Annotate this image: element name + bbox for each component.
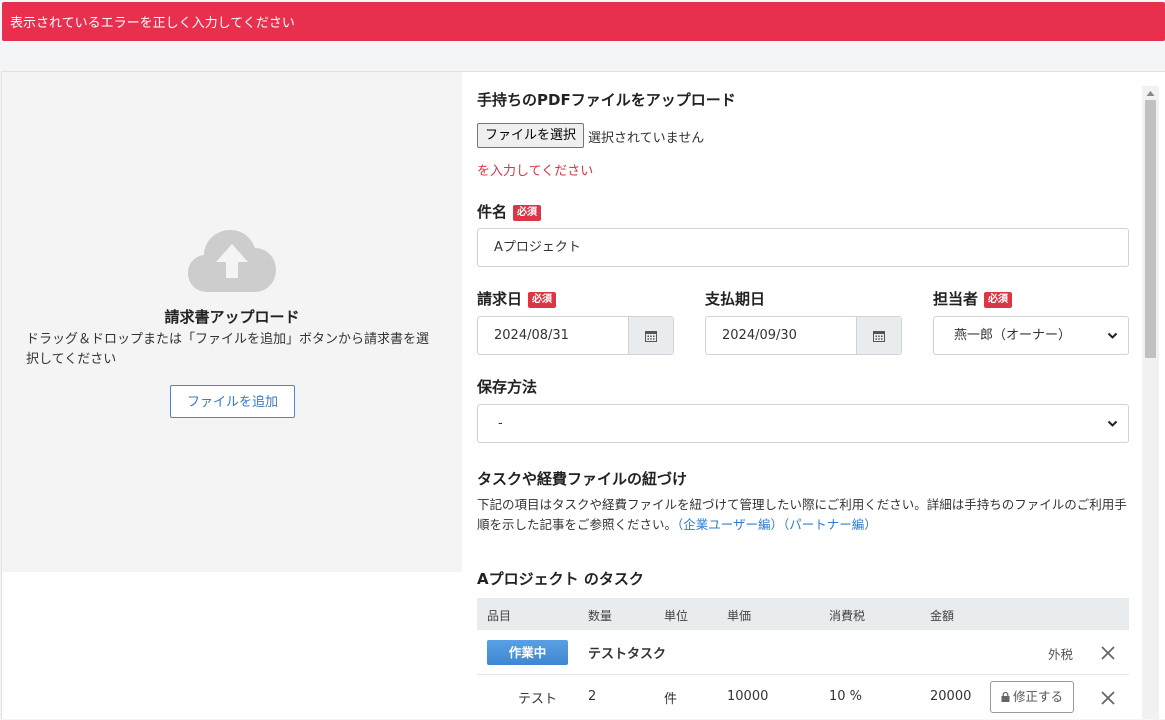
assignee-select[interactable]: 燕一郎（オーナー）	[933, 316, 1129, 355]
storage-value: -	[498, 416, 503, 431]
edit-item-button[interactable]: 修正する	[990, 681, 1074, 713]
storage-label: 保存方法	[477, 378, 538, 396]
column-header: 数量	[588, 609, 613, 623]
cloud-upload-icon	[188, 230, 276, 292]
column-header: 消費税	[829, 609, 866, 623]
scroll-up-arrow-icon[interactable]	[1146, 90, 1155, 97]
invoice-date-value: 2024/08/31	[494, 328, 569, 343]
file-status: 選択されていません	[588, 131, 705, 146]
remove-task-button[interactable]	[1101, 646, 1115, 660]
file-error-message: を入力してください	[477, 164, 594, 179]
invoice-date-label: 請求日 必須	[477, 288, 557, 309]
calendar-icon	[645, 330, 657, 342]
upload-dropzone[interactable]: 請求書アップロード ドラッグ＆ドロップまたは「ファイルを追加」ボタンから請求書を…	[2, 72, 462, 572]
column-header: 単位	[664, 609, 689, 623]
item-unit-price: 10000	[727, 689, 769, 704]
remove-item-button[interactable]	[1101, 691, 1115, 705]
task-table-header: 品目 数量 単位 単価 消費税 金額	[477, 598, 1129, 630]
tasks-heading: Aプロジェクト のタスク	[477, 570, 644, 588]
assignee-value: 燕一郎（オーナー）	[954, 328, 1072, 343]
due-date-label: 支払期日	[705, 290, 766, 308]
upload-title: 請求書アップロード	[164, 308, 300, 326]
row-divider	[477, 674, 1129, 675]
due-date-calendar-button[interactable]	[856, 317, 901, 354]
item-tax-rate: 10 %	[829, 689, 863, 704]
item-name: テスト	[518, 692, 558, 707]
assignee-label-text: 担当者	[933, 290, 979, 308]
invoice-date-calendar-button[interactable]	[628, 317, 673, 354]
linking-description: 下記の項目はタスクや経費ファイルを紐づけて管理したい際にご利用ください。詳細は手…	[477, 495, 1132, 535]
task-status-badge: 作業中	[487, 640, 568, 665]
invoice-panel: 請求書アップロード ドラッグ＆ドロップまたは「ファイルを追加」ボタンから請求書を…	[1, 71, 1165, 719]
scrollbar-thumb[interactable]	[1145, 100, 1156, 358]
calendar-icon	[873, 330, 885, 342]
column-header: 単価	[727, 609, 752, 623]
enterprise-guide-link[interactable]: （企業ユーザー編）	[677, 517, 783, 532]
assignee-label: 担当者 必須	[933, 288, 1013, 309]
lock-icon	[1001, 691, 1010, 702]
invoice-date-label-text: 請求日	[477, 290, 523, 308]
column-header: 金額	[930, 609, 955, 623]
subject-label-text: 件名	[477, 203, 508, 221]
vertical-scrollbar[interactable]	[1142, 86, 1159, 719]
pdf-upload-heading: 手持ちのPDFファイルをアップロード	[477, 91, 736, 109]
choose-file-button[interactable]: ファイルを選択	[477, 123, 584, 148]
invoice-form: 手持ちのPDFファイルをアップロード ファイルを選択 選択されていません を入力…	[477, 72, 1137, 720]
item-unit: 件	[664, 692, 678, 707]
required-badge: 必須	[528, 292, 557, 308]
item-amount: 20000	[930, 689, 972, 704]
due-date-input[interactable]: 2024/09/30	[705, 316, 902, 355]
item-quantity: 2	[588, 689, 597, 704]
chevron-down-icon	[1107, 420, 1118, 427]
subject-input[interactable]: Aプロジェクト	[477, 228, 1129, 267]
linking-heading: タスクや経費ファイルの紐づけ	[477, 470, 688, 488]
due-date-value: 2024/09/30	[722, 328, 797, 343]
chevron-down-icon	[1107, 332, 1118, 339]
partner-guide-link[interactable]: （パートナー編）	[783, 517, 877, 532]
storage-select[interactable]: -	[477, 404, 1129, 443]
add-file-button[interactable]: ファイルを追加	[170, 385, 295, 418]
subject-label: 件名 必須	[477, 201, 542, 222]
required-badge: 必須	[513, 205, 542, 221]
column-header: 品目	[487, 609, 512, 623]
invoice-date-input[interactable]: 2024/08/31	[477, 316, 674, 355]
task-name: テストタスク	[588, 647, 667, 662]
tax-mode: 外税	[1048, 647, 1074, 662]
error-alert: 表示されているエラーを正しく入力してください	[2, 2, 1165, 41]
required-badge: 必須	[984, 292, 1013, 308]
upload-description: ドラッグ＆ドロップまたは「ファイルを追加」ボタンから請求書を選択してください	[26, 332, 430, 367]
edit-item-label: 修正する	[1012, 689, 1063, 704]
